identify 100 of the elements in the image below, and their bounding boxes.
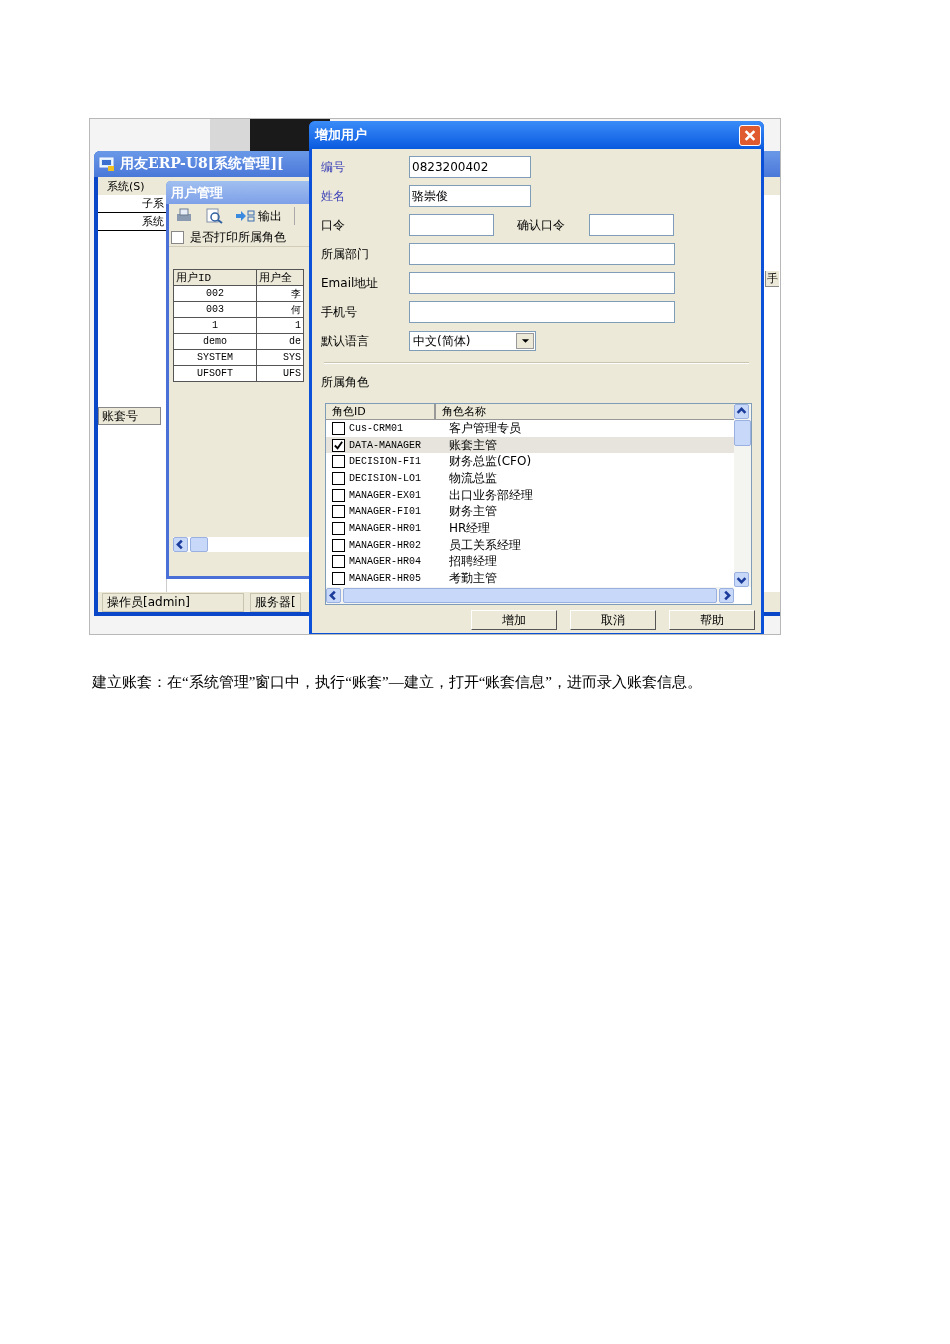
field-label: 确认口令: [517, 216, 566, 234]
field-label: Email地址: [321, 274, 380, 292]
scrollbar[interactable]: [734, 404, 751, 587]
table-cell: UFSOFT: [173, 365, 257, 382]
status-cell: 操作员[admin]: [102, 592, 244, 612]
checkbox-label: 是否打印所属角色: [190, 228, 286, 246]
section-label: 所属角色: [321, 374, 370, 391]
caption-text: 建立账套：在“系统管理”窗口中，执行“账套”—建立，打开“账套信息”，进而录入账套信息。: [92, 673, 703, 692]
field-label: 编号: [321, 158, 346, 176]
scroll-thumb[interactable]: [190, 537, 208, 552]
table-cell: de: [256, 333, 304, 350]
language-dropdown[interactable]: 中文(简体): [409, 331, 536, 351]
role-row[interactable]: MANAGER-HR04 招聘经理: [326, 553, 734, 571]
column-header: 角色名称: [441, 404, 486, 419]
role-row[interactable]: MANAGER-HR01 HR经理: [326, 520, 734, 537]
role-name: 账套主管: [449, 436, 497, 454]
role-id: MANAGER-HR05: [349, 573, 422, 585]
scroll-up-button[interactable]: [734, 404, 749, 419]
scrollbar[interactable]: [326, 587, 734, 604]
table-cell: UFS: [256, 365, 304, 382]
role-id: MANAGER-HR04: [349, 556, 422, 568]
checkbox[interactable]: [332, 438, 345, 452]
field-label: 口令: [321, 216, 346, 234]
role-row[interactable]: DATA-MANAGER 账套主管: [326, 436, 734, 454]
role-name: HR经理: [449, 519, 491, 537]
checkbox[interactable]: [332, 471, 345, 485]
role-row[interactable]: MANAGER-FI01 财务主管: [326, 503, 734, 521]
scroll-thumb[interactable]: [343, 588, 717, 603]
input-field[interactable]: [409, 243, 675, 265]
field-label: 姓名: [321, 187, 346, 205]
input-field[interactable]: [409, 301, 675, 323]
table-cell: 1: [173, 317, 257, 334]
scroll-left-button[interactable]: [326, 588, 341, 603]
export-icon: [235, 209, 255, 223]
field-label: 默认语言: [321, 332, 370, 350]
status-cell: 服务器[: [250, 592, 301, 612]
table-cell: demo: [173, 333, 257, 350]
checkbox[interactable]: [332, 505, 345, 519]
role-id: MANAGER-FI01: [349, 506, 422, 518]
role-name: 员工关系经理: [449, 536, 521, 554]
column-header: 角色ID: [326, 404, 436, 419]
field-label: 所属部门: [321, 245, 370, 263]
role-row[interactable]: DECISION-LO1 物流总监: [326, 470, 734, 487]
column-header: 手: [765, 271, 779, 287]
role-id: DATA-MANAGER: [349, 439, 422, 451]
close-icon: [743, 128, 757, 142]
scroll-right-button[interactable]: [719, 588, 734, 603]
checkbox[interactable]: [332, 421, 345, 435]
caret-icon: [520, 338, 530, 344]
table-cell: 002: [173, 285, 257, 302]
role-name: 财务总监(CFO): [449, 453, 532, 471]
window-title: 用户管理: [171, 183, 223, 202]
password-field[interactable]: [589, 214, 674, 236]
role-id: Cus-CRM01: [349, 422, 404, 434]
table-cell: 李: [256, 285, 304, 302]
input-field[interactable]: 骆崇俊: [409, 185, 531, 207]
checkbox[interactable]: [332, 538, 345, 552]
role-name: 出口业务部经理: [449, 486, 533, 504]
checkbox[interactable]: [332, 455, 345, 469]
table-cell: SYSTEM: [173, 349, 257, 366]
printer-icon[interactable]: [175, 208, 193, 224]
role-row[interactable]: MANAGER-EX01 出口业务部经理: [326, 486, 734, 504]
checkbox[interactable]: [332, 555, 345, 569]
dialog-title: 增加用户: [315, 126, 367, 144]
role-row[interactable]: MANAGER-HR02 员工关系经理: [326, 536, 734, 554]
column-header: 账套号: [98, 407, 161, 425]
role-name: 财务主管: [449, 503, 497, 521]
scroll-left-button[interactable]: [173, 537, 188, 552]
role-id: MANAGER-HR01: [349, 522, 422, 534]
scroll-thumb[interactable]: [734, 420, 751, 446]
role-row[interactable]: Cus-CRM01 客户管理专员: [326, 420, 734, 437]
scroll-down-button[interactable]: [734, 572, 749, 587]
role-row[interactable]: MANAGER-HR05 考勤主管: [326, 570, 734, 587]
checkbox[interactable]: [332, 572, 345, 586]
field-label: 手机号: [321, 303, 358, 321]
password-field[interactable]: [409, 214, 494, 236]
role-name: 招聘经理: [449, 553, 497, 571]
table-cell: 何: [256, 301, 304, 318]
input-field[interactable]: [409, 272, 675, 294]
role-id: MANAGER-EX01: [349, 489, 422, 501]
role-name: 客户管理专员: [449, 419, 521, 437]
role-name: 物流总监: [449, 469, 497, 487]
role-id: DECISION-FI1: [349, 456, 422, 468]
table-cell: 1: [256, 317, 304, 334]
table-cell: SYS: [256, 349, 304, 366]
role-name: 考勤主管: [449, 570, 497, 587]
checkbox[interactable]: [332, 521, 345, 535]
checkbox[interactable]: [171, 230, 184, 244]
role-id: DECISION-LO1: [349, 472, 422, 484]
role-row[interactable]: DECISION-FI1 财务总监(CFO): [326, 453, 734, 471]
dialog-button[interactable]: 取消: [570, 610, 656, 630]
checkbox[interactable]: [332, 488, 345, 502]
magnifier-icon[interactable]: [205, 208, 223, 224]
table-cell: 003: [173, 301, 257, 318]
dialog-button[interactable]: 帮助: [669, 610, 755, 630]
dialog-button[interactable]: 增加: [471, 610, 557, 630]
export-button[interactable]: 输出: [235, 207, 282, 225]
input-field[interactable]: 0823200402: [409, 156, 531, 178]
menu-item[interactable]: 系统(S): [104, 178, 148, 194]
close-button[interactable]: [739, 124, 761, 146]
